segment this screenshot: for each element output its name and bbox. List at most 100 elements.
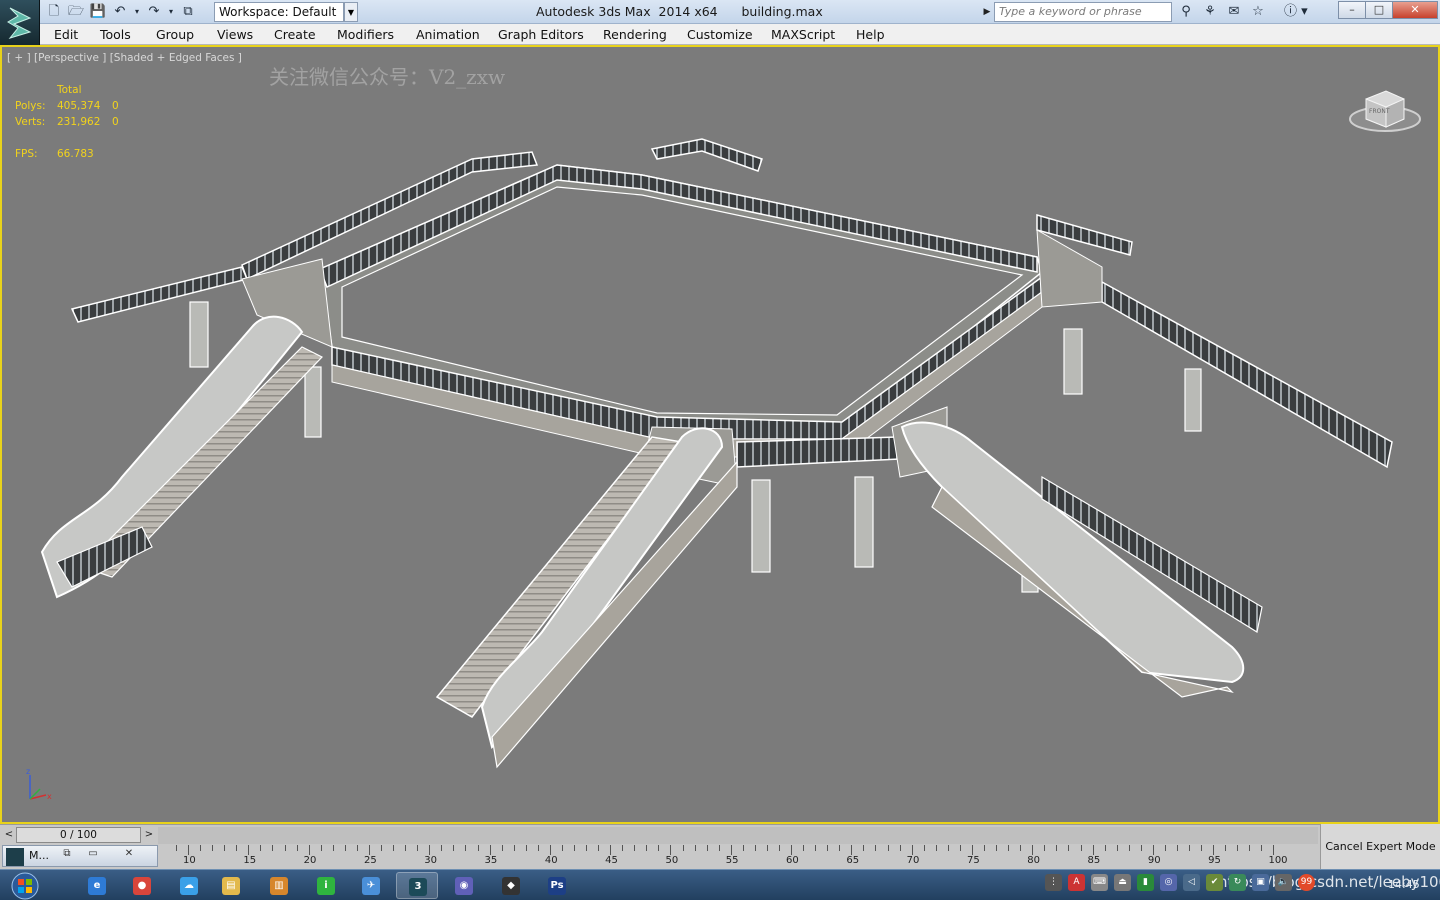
ruler-tick [1152,845,1154,855]
app-menu-button[interactable] [0,0,40,46]
ruler-tick [212,845,214,851]
maximize-button[interactable]: □ [1365,1,1393,19]
ruler-tick [200,845,202,851]
bird-icon: ✈ [362,877,380,895]
taskbar-app-chrome[interactable]: ● [121,872,163,899]
taskbar-app-chart-app[interactable]: ▥ [258,872,300,899]
tray-notification-badge[interactable]: 99 [1298,874,1315,891]
viewport-shading-menu[interactable]: [Shaded + Edged Faces ] [110,52,242,64]
taskbar-app-ie[interactable]: e [76,872,118,899]
taskbar-app-explorer[interactable]: ▤ [210,872,252,899]
tray-arrow-icon[interactable]: ◁ [1183,874,1200,891]
ruler-tick [1068,845,1070,851]
ruler-tick [308,845,310,855]
save-icon[interactable]: 💾 [88,3,108,21]
tray-battery-icon[interactable]: ▮ [1137,874,1154,891]
tray-keyboard-icon[interactable]: ⌨ [1091,874,1108,891]
redo-icon[interactable]: ↷ [144,3,164,21]
help-icon[interactable]: ⓘ ▾ [1284,3,1310,21]
tray-network-icon[interactable]: ◎ [1160,874,1177,891]
perspective-viewport[interactable]: [ + ] [Perspective ] [Shaded + Edged Fac… [0,45,1440,824]
undo-dropdown-icon[interactable]: ▾ [132,3,142,21]
taskbar-app-media[interactable]: ◉ [443,872,485,899]
tray-display-icon[interactable]: ▣ [1252,874,1269,891]
menu-rendering[interactable]: Rendering [603,27,667,42]
undo-icon[interactable]: ↶ [110,3,130,21]
ruler-tick [1176,845,1178,851]
binoculars-icon[interactable]: ⚲ [1176,3,1196,21]
time-slider-track[interactable] [158,827,1318,844]
ruler-number: 75 [966,855,980,866]
project-folder-icon[interactable]: ⧉ [178,3,198,21]
ruler-tick [706,845,708,851]
workspace-select[interactable]: Workspace: Default [214,2,344,22]
title-bar: 🗋 🗁 💾 ↶ ▾ ↷ ▾ ⧉ Workspace: Default ▼ Aut… [0,0,1440,24]
viewport-view-menu[interactable]: [Perspective ] [34,52,106,64]
taskbar-app-baidu[interactable]: ☁ [168,872,210,899]
menu-views[interactable]: Views [217,27,253,42]
scene-model[interactable] [2,47,1438,822]
tray-usb-icon[interactable]: ⏏ [1114,874,1131,891]
workspace-dropdown-icon[interactable]: ▼ [344,2,358,22]
ruler-tick [803,845,805,851]
menu-edit[interactable]: Edit [54,27,78,42]
tray-volume-icon[interactable]: 🔈 [1275,874,1292,891]
ruler-tick [236,845,238,851]
cancel-expert-mode-button[interactable]: Cancel Expert Mode [1320,824,1440,869]
viewport-plus-menu[interactable]: [ + ] [7,52,31,64]
tray-pdf-icon[interactable]: A [1068,874,1085,891]
ruler-tick [356,845,358,851]
taskbar-app-3dsmax[interactable]: 3 [396,872,438,899]
menu-maxscript[interactable]: MAXScript [771,27,835,42]
open-file-icon[interactable]: 🗁 [66,3,86,21]
close-button[interactable]: ✕ [1392,1,1438,19]
axis-tripod-icon: z x [26,767,52,801]
redo-dropdown-icon[interactable]: ▾ [166,3,176,21]
windows-taskbar: e ● ☁ ▤ ▥ i ✈ 3 ◉ ◆ Ps https://blog.csdn.net/leeby… [0,869,1440,900]
mini-restore-icon[interactable]: ⧉ [57,848,77,862]
ruler-tick [791,845,793,855]
menu-graph-editors[interactable]: Graph Editors [498,27,584,42]
search-input[interactable]: Type a keyword or phrase [994,2,1172,22]
menu-tools[interactable]: Tools [100,27,131,42]
minimized-window[interactable]: M... ⧉ ▭ ✕ [2,845,158,867]
subscription-icon[interactable]: ⚘ [1200,3,1220,21]
viewport-label[interactable]: [ + ] [Perspective ] [Shaded + Edged Fac… [7,52,242,64]
iqiyi-icon: i [317,877,335,895]
ruler-tick [344,845,346,851]
menu-group[interactable]: Group [156,27,194,42]
windows-start-icon[interactable] [5,871,45,900]
taskbar-app-unity[interactable]: ◆ [490,872,532,899]
ruler-tick [1164,845,1166,851]
menu-animation[interactable]: Animation [416,27,480,42]
time-slider[interactable]: 0 / 100 [16,827,141,843]
menu-help[interactable]: Help [856,27,885,42]
stats-polys-value: 405,374 [57,100,101,112]
taskbar-app-photoshop[interactable]: Ps [536,872,578,899]
communication-icon[interactable]: ✉ [1224,3,1244,21]
tray-security-icon[interactable]: ✔ [1206,874,1223,891]
viewcube-icon[interactable]: FRONT [1348,81,1422,137]
taskbar-clock[interactable]: 14:45 [1388,878,1420,891]
minimize-button[interactable]: – [1338,1,1366,19]
menu-modifiers[interactable]: Modifiers [337,27,394,42]
tray-grip-icon[interactable]: ⋮ [1045,874,1062,891]
time-slider-prev-button[interactable]: < [2,827,16,843]
escalator-center [435,427,738,769]
track-bar-ruler[interactable]: 10 15 20 25 30 35 40 45 50 55 60 65 70 75 80 85 90 95 100 [158,845,1318,869]
favorites-star-icon[interactable]: ☆ [1248,3,1268,21]
tray-update-icon[interactable]: ↻ [1229,874,1246,891]
mini-maximize-icon[interactable]: ▭ [83,848,103,862]
ruler-tick [573,845,575,851]
ruler-tick [393,845,395,851]
search-expand-icon[interactable]: ▶ [981,3,993,21]
menu-create[interactable]: Create [274,27,316,42]
mini-close-icon[interactable]: ✕ [119,848,139,862]
menu-customize[interactable]: Customize [687,27,753,42]
taskbar-app-iqiyi[interactable]: i [305,872,347,899]
track-bar-area: M... ⧉ ▭ ✕ 10 15 20 25 30 35 40 45 50 55 60 65 70 75 8… [0,845,1440,869]
time-slider-next-button[interactable]: > [142,827,156,843]
taskbar-app-bird[interactable]: ✈ [350,872,392,899]
stats-fps-value: 66.783 [57,148,94,160]
new-file-icon[interactable]: 🗋 [44,3,64,21]
